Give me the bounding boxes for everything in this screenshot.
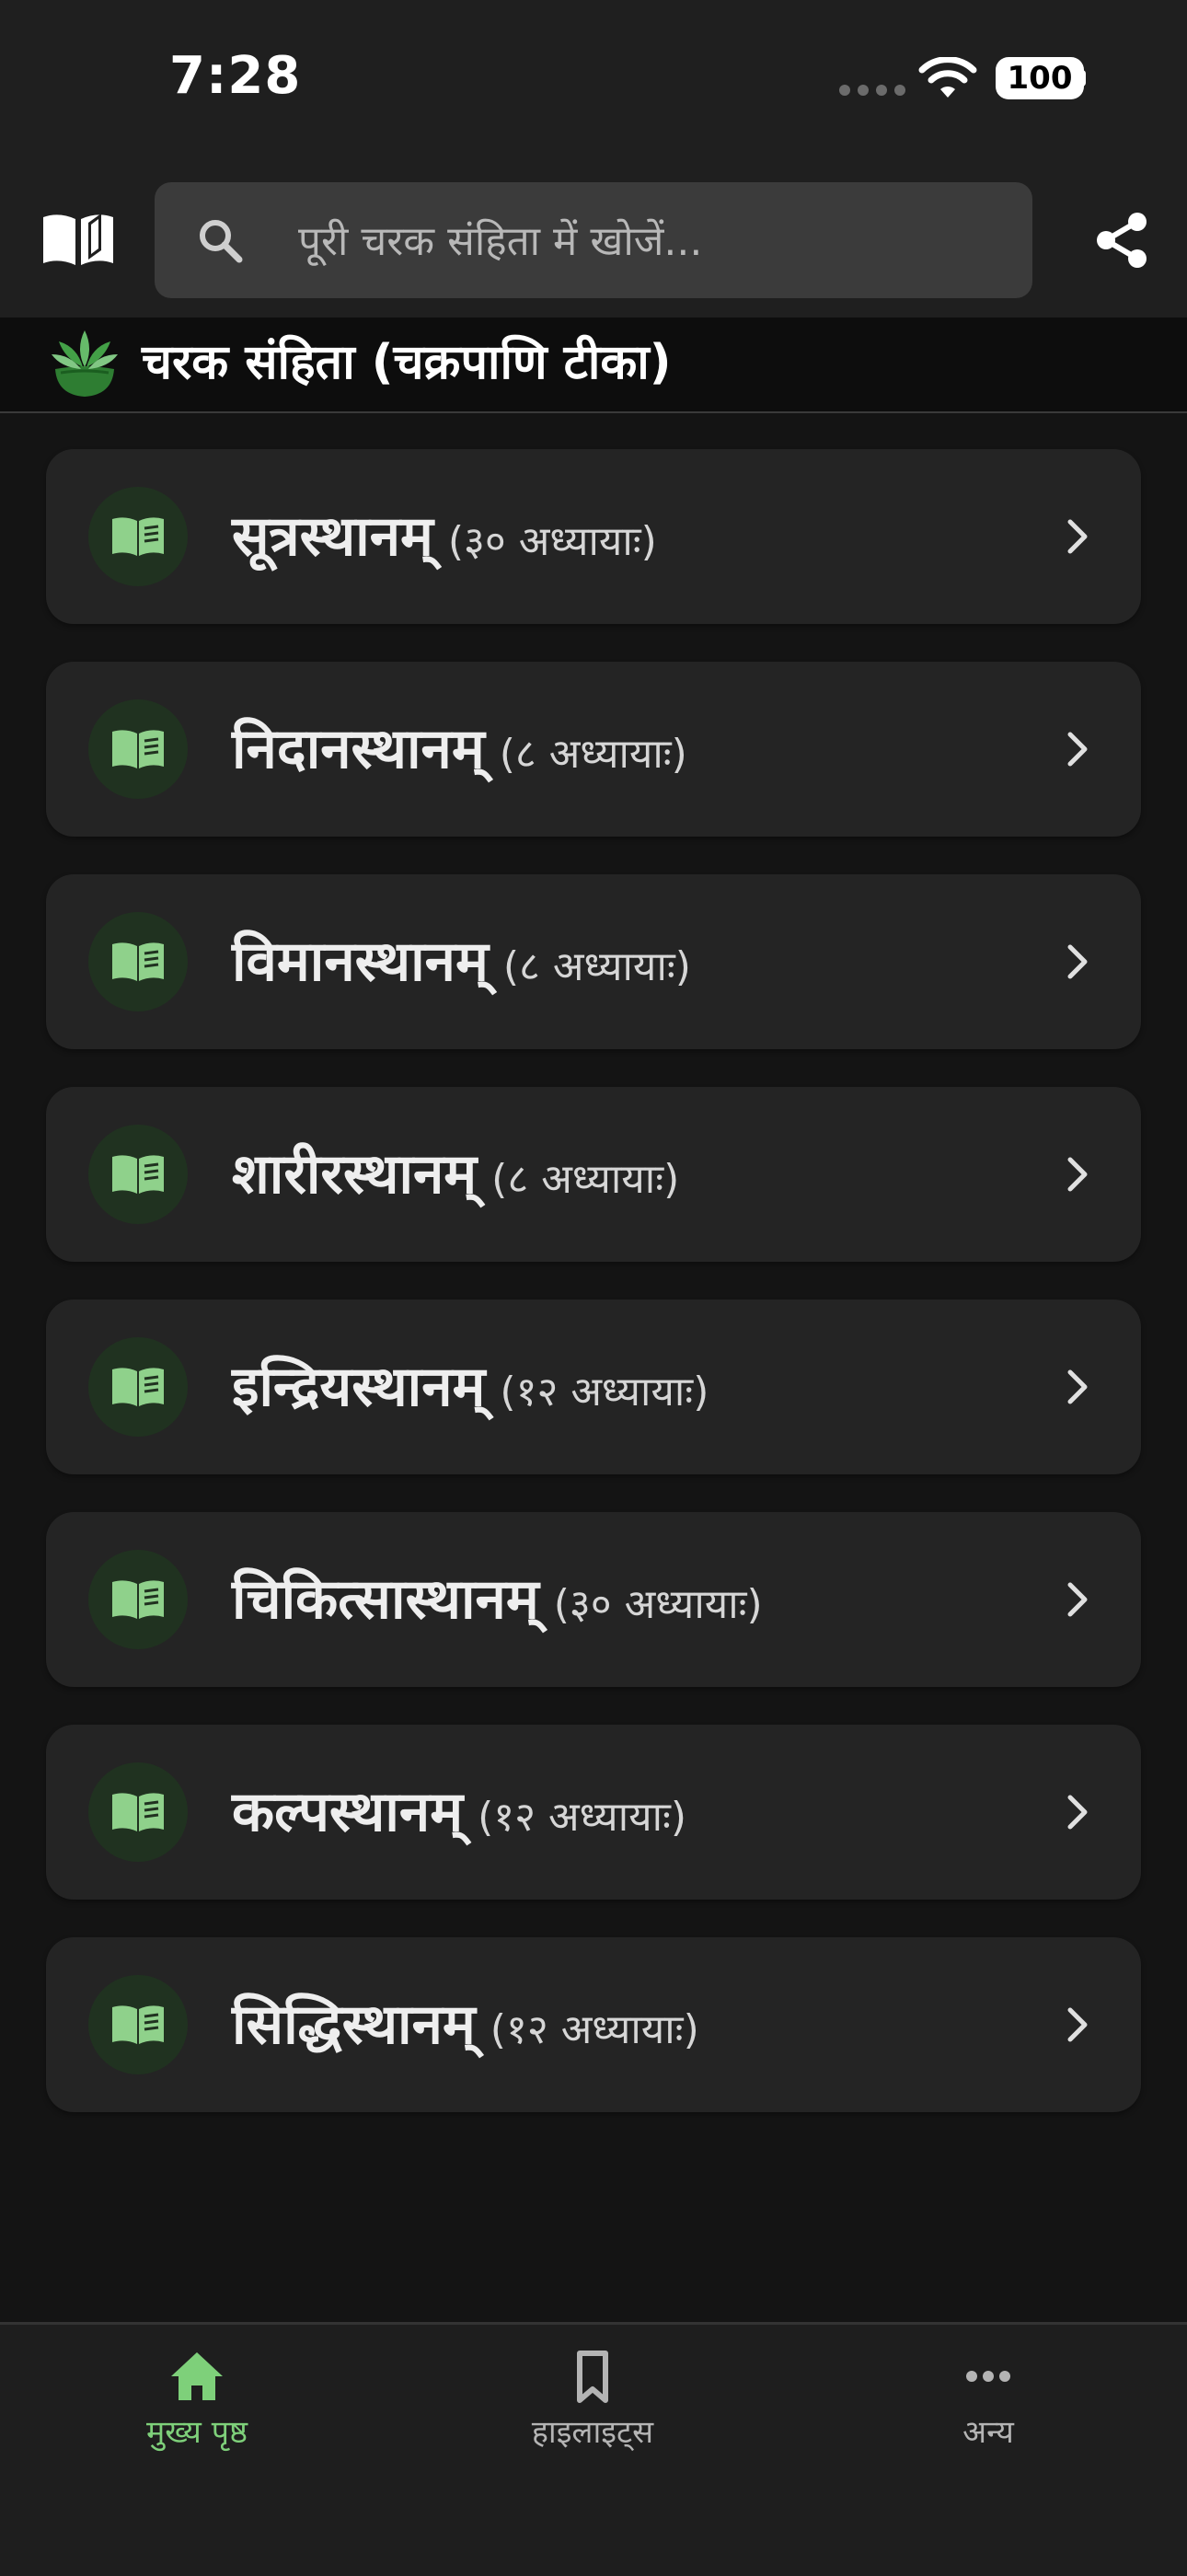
section-card-chikitsasthanam[interactable]: चिकित्सास्थानम् (३० अध्यायाः) xyxy=(46,1512,1141,1687)
section-name: सिद्धिस्थानम् xyxy=(232,1993,476,2057)
status-time: 7:28 xyxy=(169,46,302,106)
nav-other[interactable]: अन्य xyxy=(850,2349,1126,2452)
section-icon xyxy=(88,1762,188,1862)
section-name: इन्द्रियस्थानम् xyxy=(232,1355,486,1419)
chevron-right-icon xyxy=(1067,1795,1088,1830)
section-card-nidanasthanam[interactable]: निदानस्थानम् (८ अध्यायाः) xyxy=(46,662,1141,837)
nav-home[interactable]: मुख्य पृष्ठ xyxy=(59,2349,335,2452)
section-card-sharirasthanam[interactable]: शारीरस्थानम् (८ अध्यायाः) xyxy=(46,1087,1141,1262)
section-label: निदानस्थानम् (८ अध्यायाः) xyxy=(232,662,687,837)
cellular-signal-icon xyxy=(839,85,905,96)
page-title: चरक संहिता (चक्रपाणि टीका) xyxy=(142,335,672,390)
chevron-right-icon xyxy=(1067,1582,1088,1617)
nav-home-label: मुख्य पृष्ठ xyxy=(145,2414,248,2451)
section-card-vimanasthanam[interactable]: विमानस्थानम् (८ अध्यायाः) xyxy=(46,874,1141,1049)
home-icon xyxy=(171,2352,223,2400)
chapter-count: (३० अध्यायाः) xyxy=(447,518,657,565)
wifi-icon xyxy=(918,57,977,98)
chapter-count: (८ अध्यायाः) xyxy=(502,943,691,990)
book-icon xyxy=(112,942,164,981)
status-bar: 7:28 100 xyxy=(0,0,1187,175)
section-name: शारीरस्थानम् xyxy=(232,1142,478,1207)
bottom-navigation: मुख्य पृष्ठ हाइलाइट्स अन्य xyxy=(0,2322,1187,2576)
book-icon xyxy=(112,1793,164,1831)
search-input[interactable] xyxy=(296,182,999,300)
share-icon[interactable] xyxy=(1091,210,1152,271)
chapter-count: (१२ अध्यायाः) xyxy=(478,1794,687,1841)
section-label: कल्पस्थानम् (१२ अध्यायाः) xyxy=(232,1725,686,1900)
section-card-kalpasthanam[interactable]: कल्पस्थानम् (१२ अध्यायाः) xyxy=(46,1725,1141,1900)
leaf-bowl-logo-icon xyxy=(52,330,118,397)
section-icon xyxy=(88,1125,188,1224)
book-icon xyxy=(112,1580,164,1619)
book-icon xyxy=(112,517,164,556)
section-icon xyxy=(88,1337,188,1437)
chapter-count: (३० अध्यायाः) xyxy=(553,1581,763,1628)
section-icon xyxy=(88,1975,188,2074)
section-name: विमानस्थानम् xyxy=(232,930,489,994)
search-icon xyxy=(200,220,243,263)
section-name: सूत्रस्थानम् xyxy=(232,504,433,569)
section-icon xyxy=(88,912,188,1011)
section-card-siddhisthanam[interactable]: सिद्धिस्थानम् (१२ अध्यायाः) xyxy=(46,1937,1141,2112)
section-label: चिकित्सास्थानम् (३० अध्यायाः) xyxy=(232,1512,763,1687)
section-icon xyxy=(88,1550,188,1649)
battery-tip xyxy=(1078,70,1086,87)
chevron-right-icon xyxy=(1067,944,1088,979)
section-list: सूत्रस्थानम् (३० अध्यायाः) निदानस्थानम् (८… xyxy=(46,449,1141,2150)
chevron-right-icon xyxy=(1067,519,1088,554)
more-horizontal-icon xyxy=(966,2371,1010,2382)
nav-highlights[interactable]: हाइलाइट्स xyxy=(455,2349,731,2452)
section-name: निदानस्थानम् xyxy=(232,717,485,781)
chevron-right-icon xyxy=(1067,1369,1088,1404)
battery-indicator: 100 xyxy=(996,57,1084,99)
book-icon xyxy=(112,2005,164,2044)
section-name: चिकित्सास्थानम् xyxy=(232,1567,539,1632)
book-icon xyxy=(112,1368,164,1406)
section-icon xyxy=(88,487,188,586)
chevron-right-icon xyxy=(1067,2007,1088,2042)
section-label: विमानस्थानम् (८ अध्यायाः) xyxy=(232,874,691,1049)
bookmark-icon xyxy=(577,2351,608,2403)
section-label: सिद्धिस्थानम् (१२ अध्यायाः) xyxy=(232,1937,699,2112)
section-label: शारीरस्थानम् (८ अध्यायाः) xyxy=(232,1087,679,1262)
chevron-right-icon xyxy=(1067,732,1088,767)
chapter-count: (१२ अध्यायाः) xyxy=(490,2006,699,2053)
book-title-bar: चरक संहिता (चक्रपाणि टीका) xyxy=(0,318,1187,413)
chapter-count: (८ अध्यायाः) xyxy=(499,731,687,778)
book-open-icon[interactable] xyxy=(40,210,116,269)
section-label: सूत्रस्थानम् (३० अध्यायाः) xyxy=(232,449,657,624)
nav-other-label: अन्य xyxy=(962,2414,1014,2451)
section-card-sutrasthanam[interactable]: सूत्रस्थानम् (३० अध्यायाः) xyxy=(46,449,1141,624)
chapter-count: (८ अध्यायाः) xyxy=(491,1156,680,1203)
section-name: कल्पस्थानम् xyxy=(232,1780,464,1844)
nav-highlights-label: हाइलाइट्स xyxy=(531,2414,654,2451)
section-label: इन्द्रियस्थानम् (१२ अध्यायाः) xyxy=(232,1300,709,1474)
section-icon xyxy=(88,699,188,799)
chapter-count: (१२ अध्यायाः) xyxy=(500,1369,709,1415)
book-icon xyxy=(112,1155,164,1194)
search-bar[interactable] xyxy=(155,182,1032,300)
chevron-right-icon xyxy=(1067,1157,1088,1192)
section-card-indriyasthanam[interactable]: इन्द्रियस्थानम् (१२ अध्यायाः) xyxy=(46,1300,1141,1474)
book-icon xyxy=(112,730,164,768)
